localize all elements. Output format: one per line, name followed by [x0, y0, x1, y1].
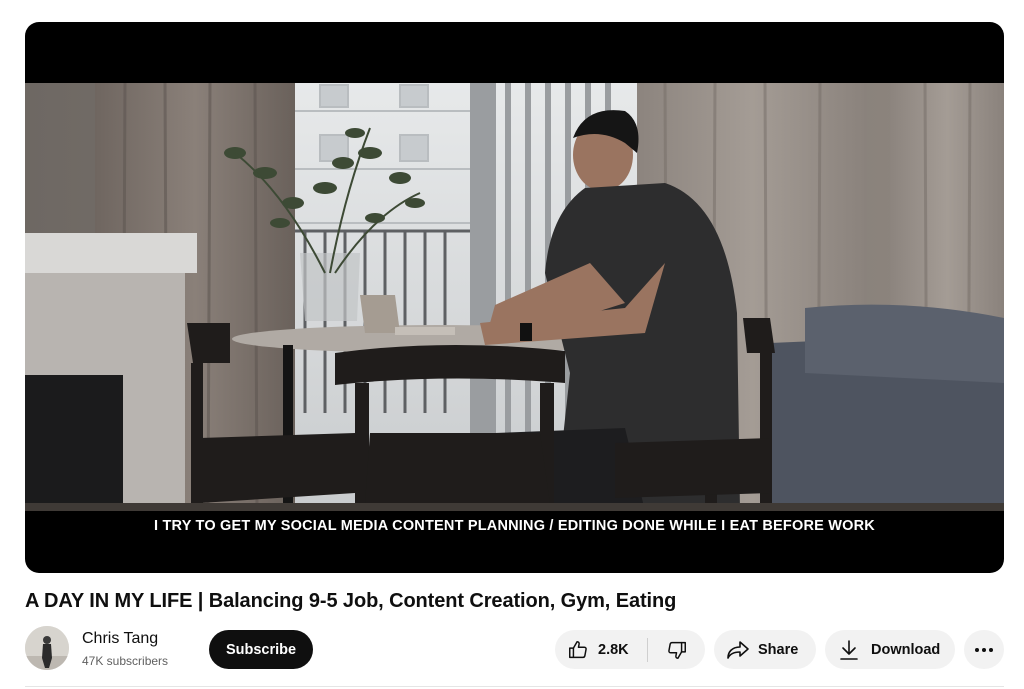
- thumbs-up-icon: [567, 639, 589, 661]
- video-frame-image: [25, 83, 1004, 511]
- share-button[interactable]: Share: [714, 630, 816, 669]
- channel-avatar[interactable]: [25, 626, 69, 670]
- video-player[interactable]: I TRY TO GET MY SOCIAL MEDIA CONTENT PLA…: [25, 22, 1004, 573]
- like-button[interactable]: 2.8K: [555, 630, 647, 669]
- subscriber-count: 47K subscribers: [82, 654, 169, 668]
- download-icon: [839, 639, 859, 661]
- dislike-button[interactable]: [648, 630, 705, 669]
- divider: [25, 686, 1004, 687]
- like-count: 2.8K: [598, 641, 629, 658]
- more-horizontal-icon: [974, 647, 994, 653]
- more-actions-button[interactable]: [964, 630, 1004, 669]
- avatar-image: [25, 626, 69, 670]
- share-label: Share: [758, 641, 799, 658]
- thumbs-down-icon: [666, 639, 688, 661]
- share-arrow-icon: [726, 639, 750, 661]
- video-title: A DAY IN MY LIFE | Balancing 9-5 Job, Co…: [25, 590, 677, 612]
- channel-name[interactable]: Chris Tang: [82, 630, 158, 648]
- download-button[interactable]: Download: [825, 630, 955, 669]
- video-caption: I TRY TO GET MY SOCIAL MEDIA CONTENT PLA…: [154, 518, 875, 534]
- video-frame[interactable]: [25, 83, 1004, 511]
- download-label: Download: [871, 641, 941, 658]
- like-dislike-group: 2.8K: [555, 630, 705, 669]
- subscribe-button[interactable]: Subscribe: [209, 630, 313, 669]
